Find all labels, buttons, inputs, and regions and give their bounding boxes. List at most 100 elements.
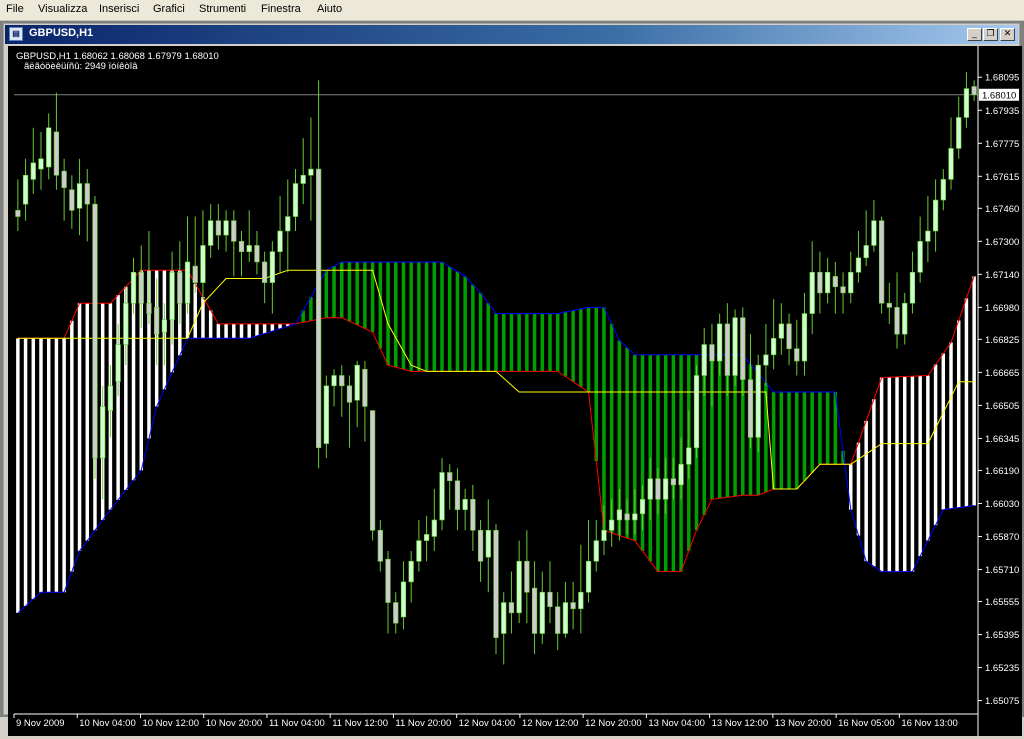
candle-body <box>254 245 260 263</box>
window-title: GBPUSD,H1 <box>29 27 94 39</box>
candle-body <box>61 170 67 188</box>
candle-body <box>107 385 114 411</box>
current-price-label: 1.68010 <box>982 90 1016 101</box>
candle-body <box>408 560 414 583</box>
candle-body <box>308 168 314 176</box>
candle-body <box>393 602 399 624</box>
restore-button[interactable]: ❐ <box>983 28 998 41</box>
candle-body <box>902 302 908 335</box>
candle-body <box>663 478 669 500</box>
candle-body <box>624 513 630 521</box>
candle-body <box>709 344 715 362</box>
candle-body <box>740 317 746 380</box>
candle-body <box>601 529 607 541</box>
price-tick-label: 1.67775 <box>985 139 1019 150</box>
time-tick-label: 11 Nov 20:00 <box>395 718 451 729</box>
menu-strumenti[interactable]: Strumenti <box>199 3 246 15</box>
menu-finestra[interactable]: Finestra <box>261 3 301 15</box>
candle-body <box>948 148 954 180</box>
candle-body <box>169 271 175 321</box>
candle-body <box>354 364 360 401</box>
menu-visualizza[interactable]: Visualizza <box>38 3 87 15</box>
menu-aiuto[interactable]: Aiuto <box>317 3 342 15</box>
time-tick-label: 13 Nov 20:00 <box>775 718 832 729</box>
candle-body <box>223 220 229 236</box>
time-tick-label: 10 Nov 04:00 <box>79 718 136 729</box>
candle-body <box>76 183 83 209</box>
candle-body <box>678 463 684 486</box>
candle-body <box>925 230 931 242</box>
price-tick-label: 1.66190 <box>985 466 1019 477</box>
candle-body <box>38 158 44 170</box>
candle-body <box>555 606 561 634</box>
candle-body <box>855 257 862 273</box>
candle-body <box>531 587 538 634</box>
tenkan-sen-line <box>17 269 975 490</box>
candle-body <box>508 602 515 614</box>
candle-body <box>331 375 337 387</box>
mdi-area: ▤ GBPUSD,H1 _ ❐ ✕ 1.68095 1.67935 1.67775 1… <box>0 21 1024 736</box>
info-label: ãëãóöèêüíñû: 2949 ïóíêòîâ <box>24 61 138 72</box>
time-tick-label: 16 Nov 13:00 <box>901 718 958 729</box>
chart-window: ▤ GBPUSD,H1 _ ❐ ✕ 1.68095 1.67935 1.67775 1… <box>3 23 1022 736</box>
candle-body <box>69 189 75 211</box>
candle-body <box>400 581 407 618</box>
window-title-bar[interactable]: ▤ GBPUSD,H1 _ ❐ ✕ <box>5 25 1018 44</box>
candle-body <box>346 385 353 403</box>
price-tick-label: 1.68095 <box>985 73 1019 84</box>
candle-body <box>547 591 553 607</box>
menu-inserisci[interactable]: Inserisci <box>99 3 139 15</box>
candle-body <box>747 379 754 438</box>
candle-body <box>462 499 468 510</box>
price-tick-label: 1.66980 <box>985 303 1019 314</box>
candle-body <box>570 602 576 610</box>
candle-body <box>848 271 854 294</box>
time-tick-label: 9 Nov 2009 <box>16 718 65 729</box>
candle-body <box>22 174 29 205</box>
menu-file[interactable]: File <box>6 3 24 15</box>
candle-body <box>956 117 962 149</box>
candle-body <box>786 323 792 349</box>
candle-body <box>670 478 676 486</box>
menu-grafici[interactable]: Grafici <box>153 3 185 15</box>
price-tick-label: 1.65710 <box>985 565 1019 576</box>
close-button[interactable]: ✕ <box>1000 28 1015 41</box>
candle-body <box>53 131 60 176</box>
candle-body <box>971 86 977 96</box>
candle-body <box>585 560 592 593</box>
candle-body <box>539 591 545 634</box>
candle-body <box>963 88 970 118</box>
candle-body <box>832 276 838 288</box>
candle-body <box>616 509 623 521</box>
candle-body <box>123 302 129 345</box>
time-tick-label: 12 Nov 20:00 <box>585 718 642 729</box>
time-tick-label: 10 Nov 20:00 <box>206 718 263 729</box>
candle-body <box>439 472 445 521</box>
candle-body <box>886 302 892 308</box>
candle-body <box>493 529 499 638</box>
candle-body <box>15 210 21 217</box>
price-tick-label: 1.65075 <box>985 696 1019 707</box>
candle-body <box>246 245 252 252</box>
candle-body <box>292 183 299 217</box>
candle-body <box>285 216 291 232</box>
candle-body <box>454 480 461 510</box>
price-tick-label: 1.66345 <box>985 434 1019 445</box>
price-chart[interactable]: 1.68095 1.67935 1.67775 1.67615 1.67460 1.673… <box>8 46 1022 736</box>
candle-body <box>609 519 615 531</box>
chart-area[interactable]: 1.68095 1.67935 1.67775 1.67615 1.67460 1.673… <box>8 46 1022 736</box>
price-tick-label: 1.67140 <box>985 270 1019 281</box>
candle-body <box>732 317 738 376</box>
time-tick-label: 12 Nov 04:00 <box>459 718 516 729</box>
candle-body <box>339 375 345 387</box>
candle-body <box>778 323 784 339</box>
candle-body <box>894 307 900 335</box>
candle-body <box>46 127 52 168</box>
candle-body <box>639 499 646 515</box>
candle-body <box>154 307 160 335</box>
candle-body <box>470 499 476 531</box>
minimize-button[interactable]: _ <box>967 28 982 41</box>
candle-body <box>300 174 306 184</box>
candle-body <box>277 230 283 252</box>
candle-body <box>701 344 707 376</box>
